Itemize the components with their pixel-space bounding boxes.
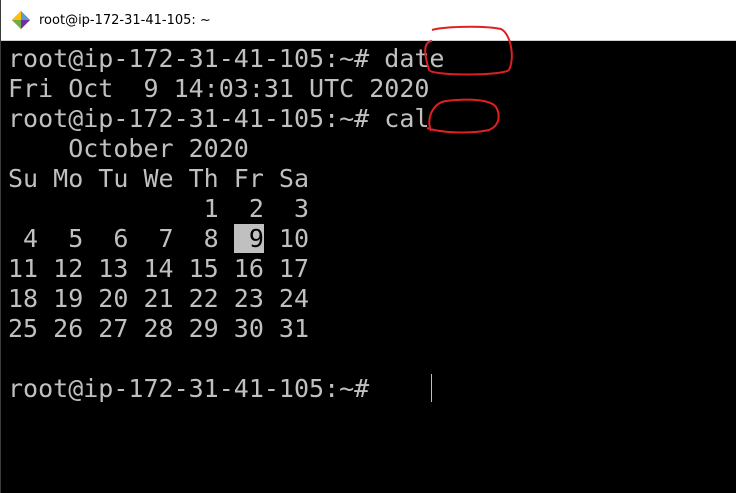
window-title: root@ip-172-31-41-105: ~ [39,13,211,28]
text-cursor [431,374,432,402]
terminal-output[interactable]: root@ip-172-31-41-105:~# date Fri Oct 9 … [1,41,736,493]
prompt-line-cal: root@ip-172-31-41-105:~# cal [8,104,430,133]
calendar-week-row-suffix: 10 [263,224,310,253]
prompt-line-date: root@ip-172-31-41-105:~# date [8,44,445,73]
git-bash-diamond-icon [12,11,30,29]
today-highlight: 9 [233,224,264,253]
title-bar[interactable]: root@ip-172-31-41-105: ~ [1,0,736,41]
calendar-week-row: 1 2 3 [8,194,310,223]
calendar-week-row: 18 19 20 21 22 23 24 [8,284,310,313]
calendar-week-row: 25 26 27 28 29 30 31 [8,314,310,343]
calendar-week-row: 11 12 13 14 15 16 17 [8,254,310,283]
calendar-week-row-today: 4 5 6 7 8 9 10 [8,224,309,254]
calendar-week-row-prefix: 4 5 6 7 8 [8,224,234,253]
current-prompt[interactable]: root@ip-172-31-41-105:~# [8,374,384,404]
date-output-line: Fri Oct 9 14:03:31 UTC 2020 [8,74,430,103]
calendar-month-header: October 2020 [8,134,249,163]
terminal-window: root@ip-172-31-41-105: ~ root@ip-172-31-… [0,0,736,493]
calendar-weekday-header: Su Mo Tu We Th Fr Sa [8,164,310,193]
